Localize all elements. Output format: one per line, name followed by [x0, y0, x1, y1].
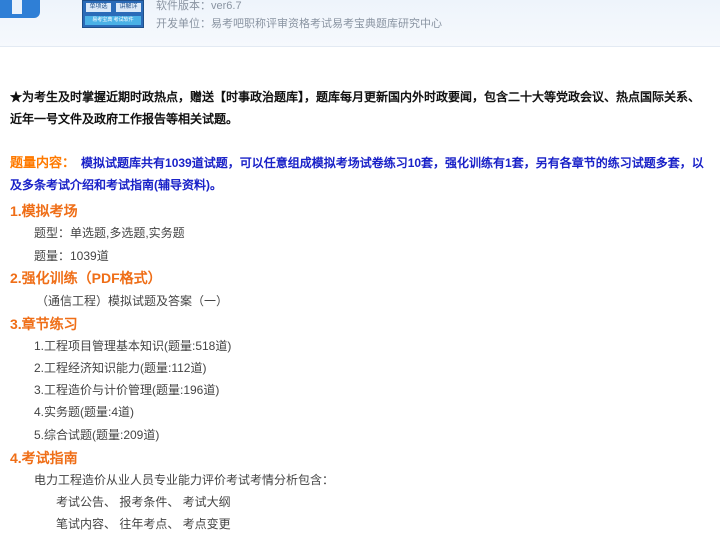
cover-band-label: 易考宝典 考试软件 — [85, 16, 141, 25]
section-title-intensive-training: 2.强化训练（PDF格式） — [10, 270, 162, 286]
section-title-exam-guide: 4.考试指南 — [10, 450, 78, 466]
section-title-mock-exam: 1.模拟考场 — [10, 203, 78, 219]
mock-exam-question-count: 题量：1039道 — [34, 249, 109, 263]
cover-tab-label: 单项选 — [86, 3, 111, 12]
chapter-item: 3.工程造价与计价管理(题量:196道) — [34, 383, 220, 397]
developer-info: 开发单位：易考吧职称评审资格考试易考宝典题库研究中心 — [156, 18, 442, 30]
chapter-item: 1.工程项目管理基本知识(题量:518道) — [34, 339, 232, 353]
chapter-item: 2.工程经济知识能力(题量:112道) — [34, 361, 207, 375]
app-logo — [0, 0, 40, 18]
exam-guide-topics: 考试公告、 报考条件、 考试大纲 — [56, 495, 231, 509]
quantity-summary: 题量内容： 模拟试题库共有1039道试题，可以任意组成模拟考场试卷练习10套，强化… — [10, 152, 708, 196]
quantity-text: 模拟试题库共有1039道试题，可以任意组成模拟考场试卷练习10套，强化训练有1套… — [10, 156, 704, 192]
exam-guide-topics: 笔试内容、 往年考点、 考点变更 — [56, 517, 231, 531]
exam-guide-intro: 电力工程造价从业人员专业能力评价考试考情分析包含： — [34, 473, 335, 487]
software-version: 软件版本：ver6.7 — [156, 0, 242, 12]
cover-tab-label: 讲解详 — [116, 3, 141, 12]
mock-exam-question-types: 题型：单选题,多选题,实务题 — [34, 226, 185, 240]
product-cover-image: 单项选 讲解详 易考宝典 考试软件 — [82, 0, 144, 28]
section-title-chapter-practice: 3.章节练习 — [10, 316, 78, 332]
chapter-item: 4.实务题(题量:4道) — [34, 405, 135, 419]
app-header: 单项选 讲解详 易考宝典 考试软件 软件版本：ver6.7 开发单位：易考吧职称… — [0, 0, 720, 47]
intensive-training-item: （通信工程）模拟试题及答案（一） — [36, 294, 229, 308]
quantity-label: 题量内容： — [10, 155, 76, 170]
gift-notice: ★为考生及时掌握近期时政热点，赠送【时事政治题库】，题库每月更新国内外时政要闻，… — [10, 90, 701, 126]
chapter-item: 5.综合试题(题量:209道) — [34, 428, 160, 442]
